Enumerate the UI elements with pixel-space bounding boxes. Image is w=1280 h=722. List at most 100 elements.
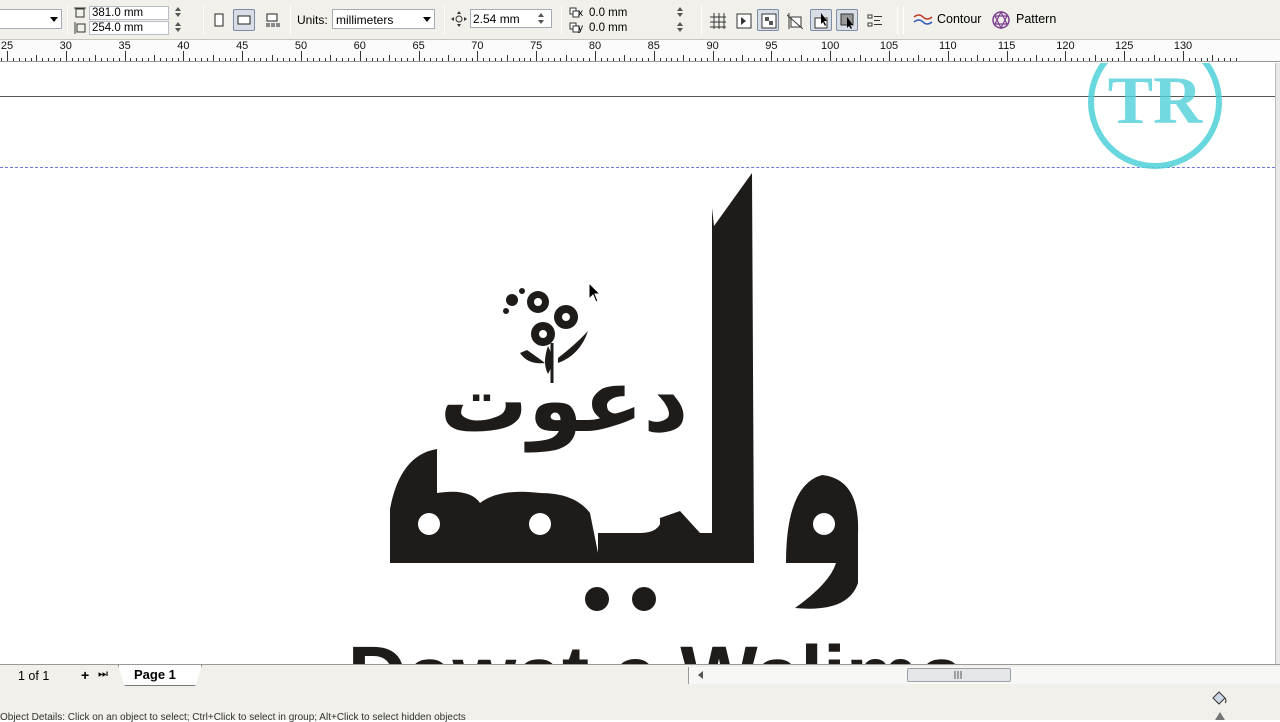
add-page-button[interactable]: + [81, 667, 89, 683]
ruler-tick [1041, 58, 1043, 61]
ruler-tick [830, 51, 832, 61]
latin-title-text[interactable]: Dawat e Walima [348, 630, 966, 664]
ruler-tick [900, 58, 902, 61]
ruler-tick [230, 58, 232, 61]
ruler-tick [941, 58, 943, 61]
dynamic-guides-button[interactable] [783, 9, 805, 31]
ruler-tick [783, 58, 785, 61]
ruler-tick [89, 58, 91, 61]
ruler-tick [530, 58, 532, 61]
portrait-button[interactable] [208, 9, 230, 31]
ruler-tick [671, 58, 673, 61]
ruler-tick [371, 58, 373, 61]
ruler-tick [865, 58, 867, 61]
ruler-tick [206, 58, 208, 61]
ruler-tick [747, 58, 749, 61]
pages-icon [266, 13, 280, 27]
ruler-tick [1224, 58, 1226, 61]
options-button[interactable] [863, 9, 885, 31]
ruler-tick [471, 58, 473, 61]
vertical-scrollbar[interactable] [1275, 63, 1280, 664]
ruler-tick [18, 58, 20, 61]
duplicate-y-field[interactable]: y 0.0 mm [567, 21, 697, 35]
ruler-tick [112, 58, 114, 61]
ruler-tick [1018, 58, 1020, 61]
ruler-tick [400, 58, 402, 61]
ruler-tick [136, 58, 138, 61]
ruler-tick [24, 58, 26, 61]
page-height-field[interactable]: 254.0 mm [72, 21, 192, 35]
ruler-tick [218, 58, 220, 61]
spin-up-icon[interactable] [677, 7, 683, 11]
spin-down-icon[interactable] [677, 28, 683, 32]
ruler-tick [289, 58, 291, 61]
duplicate-x-input[interactable]: 0.0 mm [586, 6, 678, 20]
page-size-dropdown[interactable] [0, 9, 62, 29]
ruler-tick [518, 58, 520, 61]
scroll-thumb[interactable] [907, 668, 1011, 682]
ruler-tick [248, 58, 250, 61]
horizontal-ruler[interactable]: 25 30 35 40 45 50 60 65 70 75 80 85 90 95 100 105 110 115… [0, 40, 1280, 62]
ruler-tick [430, 58, 432, 61]
drawing-canvas[interactable]: دعوت Dawat e Walima TR BAHADURPUR [0, 63, 1280, 664]
ruler-tick [348, 58, 350, 61]
page-width-field[interactable]: 381.0 mm [72, 6, 192, 20]
tab-page-1[interactable]: Page 1 [118, 665, 202, 686]
ruler-tick [1235, 58, 1237, 61]
treat-as-filled-button[interactable] [810, 9, 832, 31]
ruler-tick [1112, 58, 1114, 61]
units-dropdown[interactable]: millimeters [332, 9, 435, 29]
ruler-tick [1165, 58, 1167, 61]
edit-all-icon [840, 13, 854, 29]
pen-icon [1215, 712, 1225, 720]
horizontal-scrollbar[interactable] [688, 667, 1280, 684]
last-page-button[interactable]: ⏭ [98, 668, 108, 681]
watermark-logo: TR BAHADURPUR [1086, 63, 1224, 171]
spin-up-icon[interactable] [175, 7, 181, 11]
large-calligraphy[interactable] [390, 449, 859, 611]
spin-down-icon[interactable] [677, 13, 683, 17]
ruler-tick [988, 58, 990, 61]
spin-up-icon[interactable] [175, 22, 181, 26]
ruler-tick [283, 58, 285, 61]
spin-down-icon[interactable] [175, 13, 181, 17]
ruler-tick [1206, 58, 1208, 61]
ruler-tick [236, 58, 238, 61]
all-pages-button[interactable] [261, 9, 283, 31]
ruler-tick [83, 58, 85, 61]
ruler-tick [683, 55, 685, 61]
nudge-distance-input[interactable]: 2.54 mm [470, 9, 552, 28]
page-height-input[interactable]: 254.0 mm [89, 21, 169, 35]
ruler-tick [1000, 58, 1002, 61]
ruler-tick [383, 58, 385, 61]
x-axis-label: x [578, 8, 583, 19]
snap-to-objects-button[interactable] [757, 9, 779, 31]
small-calligraphy[interactable]: دعوت [440, 349, 689, 453]
logo-subtext: BAHADURPUR [1123, 123, 1188, 133]
separator [444, 6, 445, 34]
page-width-input[interactable]: 381.0 mm [89, 6, 169, 20]
snap-to-guidelines-button[interactable] [732, 9, 754, 31]
ruler-tick [553, 58, 555, 61]
edit-all-button[interactable] [836, 9, 858, 31]
scroll-left-icon[interactable] [698, 671, 703, 679]
duplicate-x-field[interactable]: x 0.0 mm [567, 6, 697, 20]
ruler-tick [1159, 58, 1161, 61]
spin-up-icon[interactable] [538, 13, 544, 17]
ruler-tick [753, 58, 755, 61]
ruler-tick [442, 58, 444, 61]
spin-up-icon[interactable] [677, 22, 683, 26]
ruler-tick [301, 51, 302, 61]
ruler-tick [606, 58, 608, 61]
landscape-button[interactable] [233, 9, 255, 31]
tab-label: Page 1 [134, 667, 176, 682]
duplicate-y-input[interactable]: 0.0 mm [586, 21, 678, 35]
contour-button[interactable]: Contour [910, 10, 985, 30]
spin-down-icon[interactable] [175, 28, 181, 32]
ruler-tick [412, 58, 414, 61]
pattern-button[interactable]: Pattern [990, 10, 1070, 30]
alif-stroke[interactable] [712, 173, 754, 563]
ruler-tick [1036, 55, 1037, 61]
snap-to-grid-button[interactable] [706, 9, 728, 31]
spin-down-icon[interactable] [538, 20, 544, 24]
